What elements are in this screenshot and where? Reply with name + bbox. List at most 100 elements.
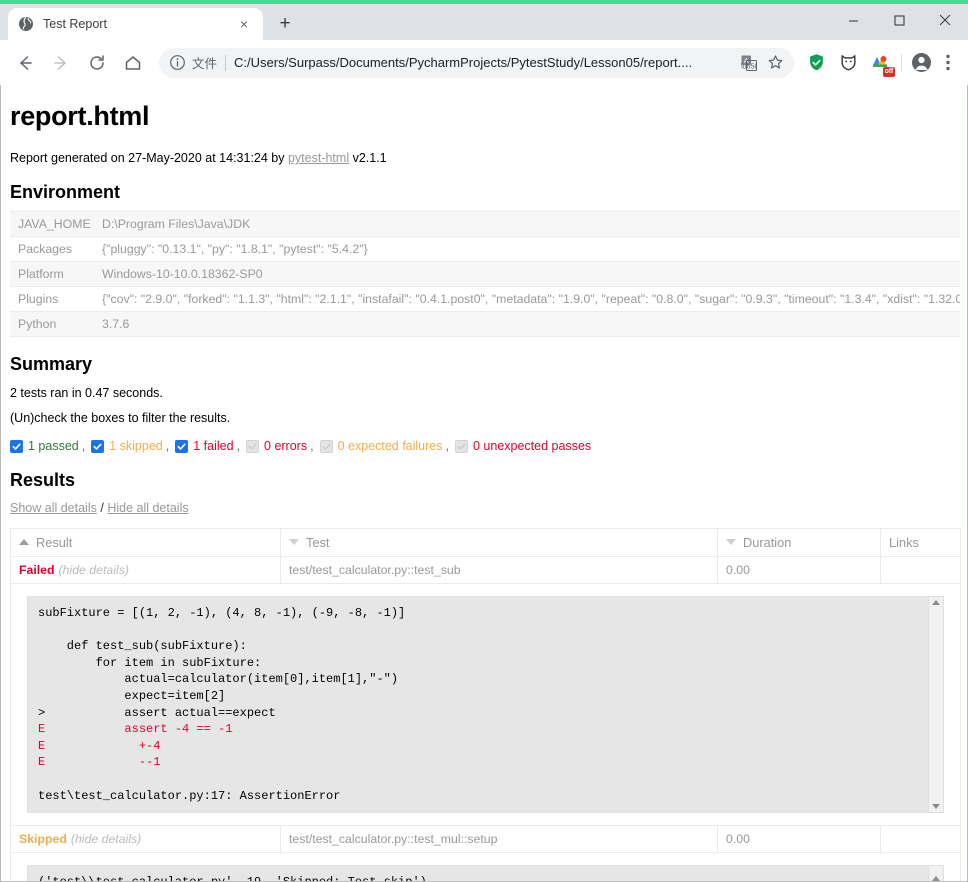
window-controls <box>830 4 968 40</box>
env-key: JAVA_HOME <box>18 217 91 231</box>
page-info-icon[interactable] <box>169 54 186 71</box>
filter-separator: , <box>236 439 241 453</box>
result-status: Skipped <box>19 832 67 847</box>
filter-passed[interactable]: 1 passed <box>10 439 79 453</box>
hide-all-details-link[interactable]: Hide all details <box>107 501 188 515</box>
links-cell <box>880 825 961 854</box>
filter-label-skipped: 1 skipped <box>109 439 163 453</box>
test-name-cell: test/test_calculator.py::test_mul::setup <box>280 825 718 854</box>
generated-prefix: Report generated on 27-May-2020 at 14:31… <box>10 151 288 165</box>
skipped-log-box: ('test\\test_calculator.py', 19, 'Skippe… <box>27 865 944 881</box>
filter-label-errors: 0 errors <box>264 439 308 453</box>
pytest-html-link[interactable]: pytest-html <box>288 151 349 165</box>
skipped-message: ('test\\test_calculator.py', 19, 'Skippe… <box>28 866 928 881</box>
env-value: {"cov": "2.9.0", "forked": "1.1.3", "htm… <box>102 292 960 306</box>
back-button[interactable] <box>10 48 40 78</box>
details-toggle[interactable]: (hide details) <box>59 563 129 577</box>
log-row: subFixture = [(1, 2, -1), (4, 8, -1), (-… <box>10 582 961 827</box>
url-scheme-label: 文件 <box>192 57 218 71</box>
results-heading: Results <box>10 470 76 490</box>
new-tab-button[interactable]: + <box>271 10 299 38</box>
star-icon[interactable] <box>762 50 788 76</box>
shield-extension-icon[interactable] <box>803 50 829 76</box>
result-filters: 1 passed , 1 skipped , 1 failed , 0 erro… <box>10 439 958 453</box>
browser-tab-test-report[interactable]: Test Report × <box>8 8 263 40</box>
show-all-details-link[interactable]: Show all details <box>10 501 97 515</box>
kebab-menu-icon[interactable] <box>935 49 961 77</box>
checkbox-expected-failures[interactable] <box>319 439 333 453</box>
filter-unexpected-passes[interactable]: 0 unexpected passes <box>455 439 591 453</box>
checkbox-unexpected-passes[interactable] <box>455 439 468 453</box>
details-toggle[interactable]: (hide details) <box>71 832 141 846</box>
scroll-down-icon[interactable] <box>932 804 940 810</box>
window-close-button[interactable] <box>922 4 968 36</box>
filter-hint-line: (Un)check the boxes to filter the result… <box>10 411 231 425</box>
globe-icon <box>18 16 34 32</box>
omnibox-divider <box>225 54 227 71</box>
home-button[interactable] <box>118 48 148 78</box>
window-maximize-button[interactable] <box>876 4 922 36</box>
svg-text:\u6587: \u6587 <box>741 63 757 70</box>
tab-close-icon[interactable]: × <box>235 15 253 33</box>
environment-table: JAVA_HOME D:\Program Files\Java\JDK Pack… <box>10 211 960 337</box>
checkbox-errors[interactable] <box>246 439 260 453</box>
table-row[interactable]: Failed (hide details) test/test_calculato… <box>10 556 961 584</box>
generated-line: Report generated on 27-May-2020 at 14:31… <box>10 151 958 165</box>
filter-separator: , <box>81 439 86 453</box>
generated-version: v2.1.1 <box>349 151 387 165</box>
scroll-up-icon[interactable] <box>932 600 940 605</box>
browser-toolbar: 文件 C:/Users/Surpass/Documents/PycharmPro… <box>0 40 968 85</box>
environment-heading: Environment <box>10 182 121 202</box>
toolbar-divider <box>901 53 902 72</box>
table-row: JAVA_HOME D:\Program Files\Java\JDK <box>10 211 960 237</box>
column-header-test[interactable]: Test <box>280 528 718 557</box>
account-icon[interactable] <box>907 49 935 77</box>
checkbox-passed[interactable] <box>10 439 23 453</box>
table-row[interactable]: Skipped (hide details) test/test_calculat… <box>10 825 961 854</box>
column-label: Links <box>889 535 919 550</box>
forward-button[interactable] <box>46 48 76 78</box>
failed-log-cell: subFixture = [(1, 2, -1), (4, 8, -1), (-… <box>10 582 961 827</box>
address-bar[interactable]: 文件 C:/Users/Surpass/Documents/PycharmPro… <box>159 47 794 78</box>
filter-expected-failures[interactable]: 0 expected failures <box>319 439 443 453</box>
log-scrollbar[interactable] <box>928 866 943 881</box>
result-cell[interactable]: Skipped (hide details) <box>10 825 281 854</box>
url-text[interactable]: C:/Users/Surpass/Documents/PycharmProjec… <box>234 55 736 70</box>
window-minimize-button[interactable] <box>830 4 876 36</box>
report-page: report.html Report generated on 27-May-2… <box>1 85 967 881</box>
env-value: {"pluggy": "0.13.1", "py": "1.8.1", "pyt… <box>102 242 368 256</box>
scroll-up-icon[interactable] <box>932 876 940 881</box>
filter-label-failed: 1 failed <box>193 439 234 453</box>
filter-separator: , <box>165 439 170 453</box>
column-header-links[interactable]: Links <box>880 528 961 557</box>
links-separator: / <box>100 501 104 515</box>
log-scrollbar[interactable] <box>928 597 943 813</box>
filter-failed[interactable]: 1 failed <box>175 439 234 453</box>
env-key: Platform <box>18 267 64 281</box>
column-label: Result <box>36 535 73 550</box>
translate-icon[interactable]: A\u6587 <box>736 50 762 76</box>
result-status: Failed <box>19 563 55 577</box>
column-header-result[interactable]: Result <box>10 528 281 557</box>
env-value: Windows-10-10.0.18362-SP0 <box>102 267 263 281</box>
skipped-log-cell: ('test\\test_calculator.py', 19, 'Skippe… <box>10 852 961 881</box>
column-label: Test <box>306 535 330 550</box>
adblock-extension-icon[interactable]: off <box>867 50 895 77</box>
filter-label-passed: 1 passed <box>28 439 79 453</box>
fox-extension-icon[interactable] <box>835 50 861 76</box>
page-viewport: report.html Report generated on 27-May-2… <box>0 85 968 882</box>
checkbox-failed[interactable] <box>175 439 189 453</box>
result-cell[interactable]: Failed (hide details) <box>10 556 281 584</box>
checkbox-skipped[interactable] <box>91 439 105 453</box>
filter-label-expected-failures: 0 expected failures <box>337 439 443 453</box>
filter-skipped[interactable]: 1 skipped <box>91 439 163 453</box>
filter-errors[interactable]: 0 errors <box>246 439 307 453</box>
filter-label-unexpected-passes: 0 unexpected passes <box>473 439 592 453</box>
page-title: report.html <box>10 101 150 131</box>
tab-title: Test Report <box>43 17 107 31</box>
column-header-duration[interactable]: Duration <box>717 528 881 557</box>
traceback-tail: test\test_calculator.py:17: AssertionErr… <box>38 788 341 803</box>
reload-button[interactable] <box>82 48 112 78</box>
duration-cell: 0.00 <box>717 825 881 854</box>
table-row: Packages {"pluggy": "0.13.1", "py": "1.8… <box>10 237 960 262</box>
